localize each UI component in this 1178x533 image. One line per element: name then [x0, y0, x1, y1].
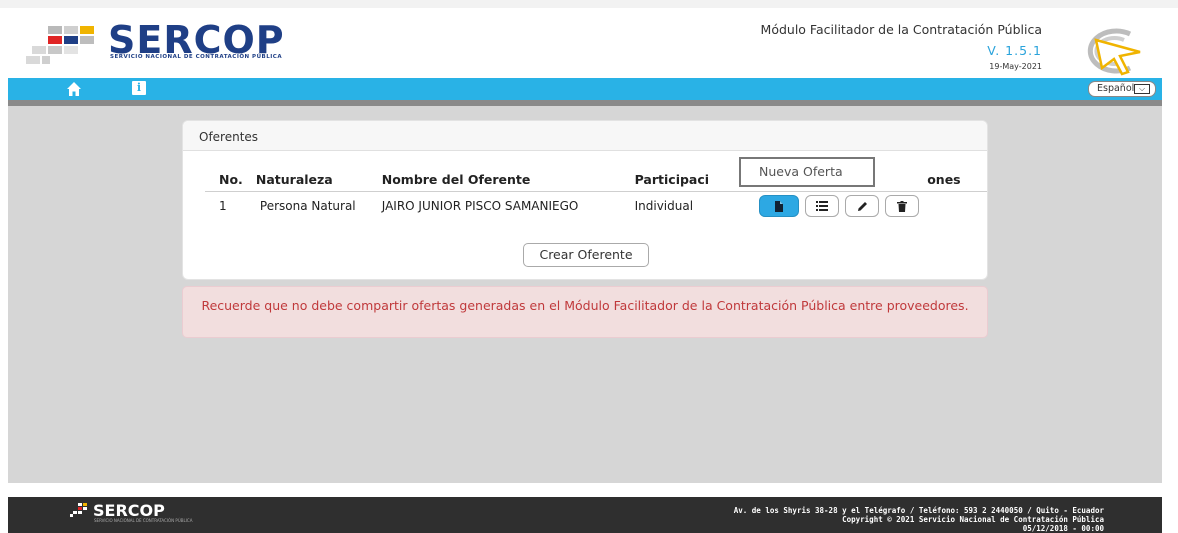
main-content: Oferentes No. Naturaleza Nombre del Ofer… [8, 100, 1162, 483]
language-select[interactable]: Español ⌵ [1088, 81, 1156, 97]
nueva-oferta-tooltip: Nueva Oferta [739, 157, 875, 187]
column-header-participacion: Participaci [634, 169, 750, 192]
warning-alert: Recuerde que no debe compartir ofertas g… [182, 286, 988, 338]
footer-logo-subtitle: SERVICIO NACIONAL DE CONTRATACIÓN PÚBLIC… [94, 518, 193, 523]
list-icon [816, 201, 829, 212]
table-row: 1 Persona Natural JAIRO JUNIOR PISCO SAM… [205, 191, 987, 221]
edit-oferente-button[interactable] [845, 195, 880, 218]
trash-icon [897, 200, 908, 212]
pencil-icon [857, 201, 867, 211]
cursor-emblem-icon [1087, 28, 1141, 76]
language-value: Español [1097, 83, 1135, 94]
crear-oferente-button[interactable]: Crear Oferente [523, 243, 649, 267]
oferentes-panel: Oferentes No. Naturaleza Nombre del Ofer… [182, 120, 988, 280]
footer-copyright: Copyright © 2021 Servicio Nacional de Co… [842, 515, 1104, 524]
list-ofertas-button[interactable] [805, 195, 840, 218]
document-icon [775, 200, 784, 212]
app-version: V. 1.5.1 [987, 43, 1042, 58]
app-title: Módulo Facilitador de la Contratación Pú… [760, 22, 1042, 37]
row-actions [749, 195, 987, 218]
page-footer: SERCOP SERVICIO NACIONAL DE CONTRATACIÓN… [8, 497, 1162, 533]
top-nav-bar: i Español ⌵ [8, 78, 1162, 100]
cell-acciones [749, 191, 987, 221]
page-header: SERCOP SERVICIO NACIONAL DE CONTRATACIÓN… [8, 8, 1162, 78]
cell-nombre: JAIRO JUNIOR PISCO SAMANIEGO [381, 199, 579, 214]
footer-build: 05/12/2018 - 00:00 [1022, 524, 1104, 533]
home-icon[interactable] [66, 81, 82, 97]
sercop-logo-subtitle: SERVICIO NACIONAL DE CONTRATACIÓN PÚBLIC… [110, 54, 283, 60]
app-date: 19-May-2021 [989, 62, 1042, 71]
delete-oferente-button[interactable] [885, 195, 920, 218]
footer-info: Av. de los Shyris 38-28 y el Telégrafo /… [734, 506, 1104, 533]
column-header-naturaleza: Naturaleza [255, 169, 382, 192]
column-header-no: No. [205, 169, 256, 192]
footer-address: Av. de los Shyris 38-28 y el Telégrafo /… [733, 506, 1104, 515]
sercop-footer-mark-icon [70, 503, 87, 517]
cell-participacion: Individual [634, 199, 694, 214]
header-info: Módulo Facilitador de la Contratación Pú… [761, 22, 1042, 71]
sercop-logo-mark [26, 26, 98, 70]
cell-no: 1 [219, 199, 227, 214]
chevron-down-icon: ⌵ [1134, 84, 1150, 94]
info-icon[interactable]: i [132, 81, 146, 95]
nueva-oferta-button[interactable] [759, 195, 800, 218]
cell-naturaleza: Persona Natural [259, 199, 356, 214]
footer-logo: SERCOP SERVICIO NACIONAL DE CONTRATACIÓN… [70, 501, 192, 523]
top-strip [0, 0, 1178, 8]
column-header-nombre: Nombre del Oferente [381, 169, 635, 192]
panel-title: Oferentes [183, 121, 987, 151]
